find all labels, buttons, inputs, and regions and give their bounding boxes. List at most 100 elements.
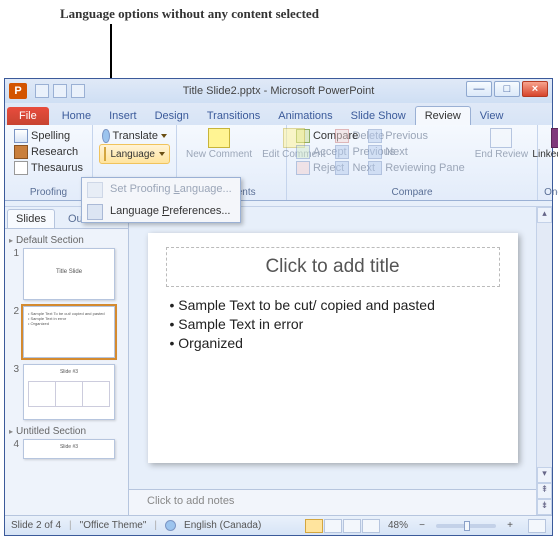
tab-design[interactable]: Design xyxy=(146,107,198,125)
slide-thumbnail-3[interactable]: Slide #3 xyxy=(23,364,115,420)
view-buttons xyxy=(305,519,380,533)
linked-notes-button[interactable]: Linked Notes xyxy=(529,148,558,161)
thesaurus-button[interactable]: Thesaurus xyxy=(11,160,86,176)
zoom-in-button[interactable]: + xyxy=(504,520,516,531)
slide-thumbnail-1[interactable]: Title Slide xyxy=(23,248,115,300)
tab-slideshow[interactable]: Slide Show xyxy=(342,107,415,125)
app-icon: P xyxy=(9,83,27,99)
maximize-button[interactable]: □ xyxy=(494,81,520,97)
prev-slide-button[interactable]: ⇞ xyxy=(537,483,552,499)
research-button[interactable]: Research xyxy=(11,144,86,160)
reject-button: Reject xyxy=(293,160,361,176)
tab-review[interactable]: Review xyxy=(415,106,471,125)
delete-icon xyxy=(335,129,349,143)
app-window: P Title Slide2.pptx - Microsoft PowerPoi… xyxy=(4,78,553,536)
scroll-down-button[interactable]: ▾ xyxy=(537,467,552,483)
body-placeholder[interactable]: Sample Text to be cut/ copied and pasted… xyxy=(166,297,500,351)
thumbnails-list[interactable]: Default Section 1 Title Slide 2 • Sample… xyxy=(5,229,128,515)
new-comment-button[interactable]: New Comment xyxy=(183,148,255,161)
window-title: Title Slide2.pptx - Microsoft PowerPoint xyxy=(183,85,375,97)
group-proofing-label: Proofing xyxy=(11,187,86,198)
proofing-language-icon xyxy=(87,182,103,198)
ribbon: Spelling Research Thesaurus Proofing Tra… xyxy=(5,125,552,201)
title-placeholder[interactable]: Click to add title xyxy=(166,247,500,287)
zoom-slider[interactable] xyxy=(436,524,496,528)
previous-icon xyxy=(368,129,382,143)
tab-transitions[interactable]: Transitions xyxy=(198,107,269,125)
slide-thumbnail-2[interactable]: • Sample Text To be cut/ copied and past… xyxy=(23,306,115,358)
reviewing-pane-button: Reviewing Pane xyxy=(365,160,468,176)
language-preferences-item[interactable]: Language Preferences... xyxy=(82,200,240,222)
group-compare: Compare Accept Reject Previous Next Revi… xyxy=(287,125,538,200)
thumb-number: 3 xyxy=(9,364,19,375)
titlebar: P Title Slide2.pptx - Microsoft PowerPoi… xyxy=(5,79,552,103)
notes-pane[interactable]: Click to add notes xyxy=(129,489,536,515)
main-area: Slides Outline × Default Section 1 Title… xyxy=(5,207,552,515)
current-slide[interactable]: Click to add title Sample Text to be cut… xyxy=(148,233,518,463)
annotation-caption: Language options without any content sel… xyxy=(60,6,319,22)
minimize-button[interactable]: — xyxy=(466,81,492,97)
next-icon xyxy=(368,145,382,159)
status-bar: Slide 2 of 4 | "Office Theme" | English … xyxy=(5,515,552,535)
new-comment-icon xyxy=(208,128,230,148)
vertical-scrollbar[interactable]: ▴ ▾ ⇞ ⇟ xyxy=(536,207,552,515)
tab-animations[interactable]: Animations xyxy=(269,107,341,125)
zoom-out-button[interactable]: − xyxy=(416,520,428,531)
zoom-level[interactable]: 48% xyxy=(388,520,408,531)
slide-thumbnail-4[interactable]: Slide #3 xyxy=(23,439,115,459)
slideshow-view-button[interactable] xyxy=(362,519,380,533)
next-slide-button[interactable]: ⇟ xyxy=(537,499,552,515)
ribbon-tabs: File Home Insert Design Transitions Anim… xyxy=(5,103,552,125)
thumb-row-3[interactable]: 3 Slide #3 xyxy=(9,364,124,420)
reading-view-button[interactable] xyxy=(343,519,361,533)
qat-redo-icon[interactable] xyxy=(71,84,85,98)
section-header-default[interactable]: Default Section xyxy=(9,235,124,246)
research-icon xyxy=(14,145,28,159)
group-onenote-label: OneNote xyxy=(544,187,558,198)
tab-slides-thumb[interactable]: Slides xyxy=(7,209,55,228)
slide-canvas[interactable]: Click to add title Sample Text to be cut… xyxy=(129,207,536,489)
bullet-item[interactable]: Organized xyxy=(170,335,500,351)
qat-undo-icon[interactable] xyxy=(53,84,67,98)
end-review-button: End Review xyxy=(472,148,531,161)
accept-button: Accept xyxy=(293,144,361,160)
set-proofing-language-item: Set Proofing Language... xyxy=(82,178,240,200)
scroll-track[interactable] xyxy=(537,223,552,467)
qat-save-icon[interactable] xyxy=(35,84,49,98)
tab-insert[interactable]: Insert xyxy=(100,107,146,125)
thumb-row-2[interactable]: 2 • Sample Text To be cut/ copied and pa… xyxy=(9,306,124,358)
tab-file[interactable]: File xyxy=(7,107,49,125)
compare-next-button: Next xyxy=(365,144,468,160)
tab-home[interactable]: Home xyxy=(53,107,100,125)
thumb-row-4[interactable]: 4 Slide #3 xyxy=(9,439,124,459)
thumb-number: 2 xyxy=(9,306,19,317)
zoom-slider-thumb[interactable] xyxy=(464,521,470,531)
language-status-icon xyxy=(165,520,176,531)
next-icon xyxy=(335,161,349,175)
fit-to-window-button[interactable] xyxy=(528,519,546,533)
group-proofing: Spelling Research Thesaurus Proofing xyxy=(5,125,93,200)
status-language[interactable]: English (Canada) xyxy=(184,520,261,531)
language-button[interactable]: Language xyxy=(99,144,170,164)
thumb-row-1[interactable]: 1 Title Slide xyxy=(9,248,124,300)
thumbnails-pane: Slides Outline × Default Section 1 Title… xyxy=(5,207,129,515)
close-button[interactable]: × xyxy=(522,81,548,97)
tab-view[interactable]: View xyxy=(471,107,513,125)
bullet-item[interactable]: Sample Text in error xyxy=(170,316,500,332)
chevron-down-icon xyxy=(161,134,167,138)
onenote-icon xyxy=(551,128,558,148)
slide-editor: Click to add title Sample Text to be cut… xyxy=(129,207,536,515)
section-header-untitled[interactable]: Untitled Section xyxy=(9,426,124,437)
translate-button[interactable]: Translate xyxy=(99,128,170,144)
thesaurus-icon xyxy=(14,161,28,175)
spelling-button[interactable]: Spelling xyxy=(11,128,86,144)
scroll-up-button[interactable]: ▴ xyxy=(537,207,552,223)
compare-previous-button: Previous xyxy=(365,128,468,144)
normal-view-button[interactable] xyxy=(305,519,323,533)
status-theme: "Office Theme" xyxy=(80,520,147,531)
status-slide-number: Slide 2 of 4 xyxy=(11,520,61,531)
bullet-item[interactable]: Sample Text to be cut/ copied and pasted xyxy=(170,297,500,313)
sorter-view-button[interactable] xyxy=(324,519,342,533)
quick-access-toolbar xyxy=(35,84,85,98)
reject-icon xyxy=(296,161,310,175)
